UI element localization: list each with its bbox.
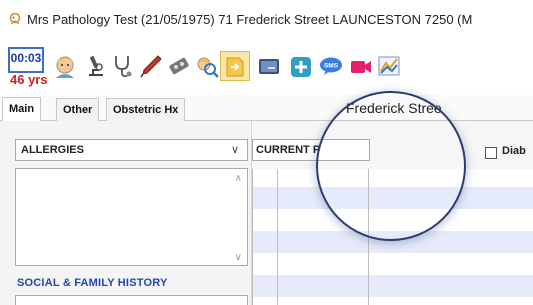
image-card-icon[interactable] [256, 53, 282, 79]
title-bar: Mrs Pathology Test (21/05/1975) 71 Frede… [0, 0, 533, 34]
tab-obstetric-hx[interactable]: Obstetric Hx [106, 98, 186, 121]
tab-main[interactable]: Main [2, 97, 42, 121]
allergies-list[interactable]: ∧ ∨ [15, 168, 248, 266]
current-problems-label: CURRENT P [256, 144, 321, 156]
diabetes-checkbox[interactable] [485, 147, 497, 159]
table-row[interactable] [253, 253, 533, 275]
plus-icon[interactable] [288, 53, 314, 79]
stethoscope-icon[interactable] [110, 53, 136, 79]
grid-column-divider [277, 169, 278, 305]
table-row[interactable] [253, 275, 533, 297]
document-arrow-button[interactable] [220, 51, 250, 81]
left-panel: ALLERGIES ∨ ∧ ∨ SOCIAL & FAMILY HISTORY [0, 121, 252, 305]
social-history-box[interactable] [15, 295, 248, 305]
social-history-heading: SOCIAL & FAMILY HISTORY [17, 277, 168, 289]
scroll-up-icon[interactable]: ∧ [235, 173, 242, 184]
tape-icon[interactable] [166, 53, 192, 79]
patient-search-icon[interactable] [194, 53, 220, 79]
pen-icon[interactable] [138, 53, 164, 79]
tab-strip: Main Other Obstetric Hx [0, 95, 533, 121]
tab-other[interactable]: Other [56, 98, 100, 121]
svg-text:SMS: SMS [324, 63, 339, 70]
document-arrow-icon [226, 57, 244, 77]
allergies-label: ALLERGIES [21, 144, 84, 156]
video-icon[interactable] [348, 53, 374, 79]
app-logo-icon [9, 12, 21, 25]
sms-icon[interactable]: SMS [318, 53, 344, 79]
chevron-down-icon: ∨ [230, 144, 239, 156]
consult-timer[interactable]: 00:03 [8, 47, 44, 73]
patient-face-icon[interactable] [52, 53, 78, 79]
diabetes-label: Diab [502, 145, 526, 157]
allergies-dropdown[interactable]: ALLERGIES ∨ [15, 139, 248, 161]
window-title: Mrs Pathology Test (21/05/1975) 71 Frede… [27, 12, 473, 27]
toolbar: 00:03 46 yrs SMS [0, 34, 533, 94]
scroll-down-icon[interactable]: ∨ [235, 252, 242, 263]
patient-age: 46 yrs [10, 72, 48, 87]
microscope-icon[interactable] [83, 53, 109, 79]
magnifier-lens [316, 91, 466, 241]
chart-icon[interactable] [376, 53, 402, 79]
timer-text: 00:03 [10, 51, 42, 65]
